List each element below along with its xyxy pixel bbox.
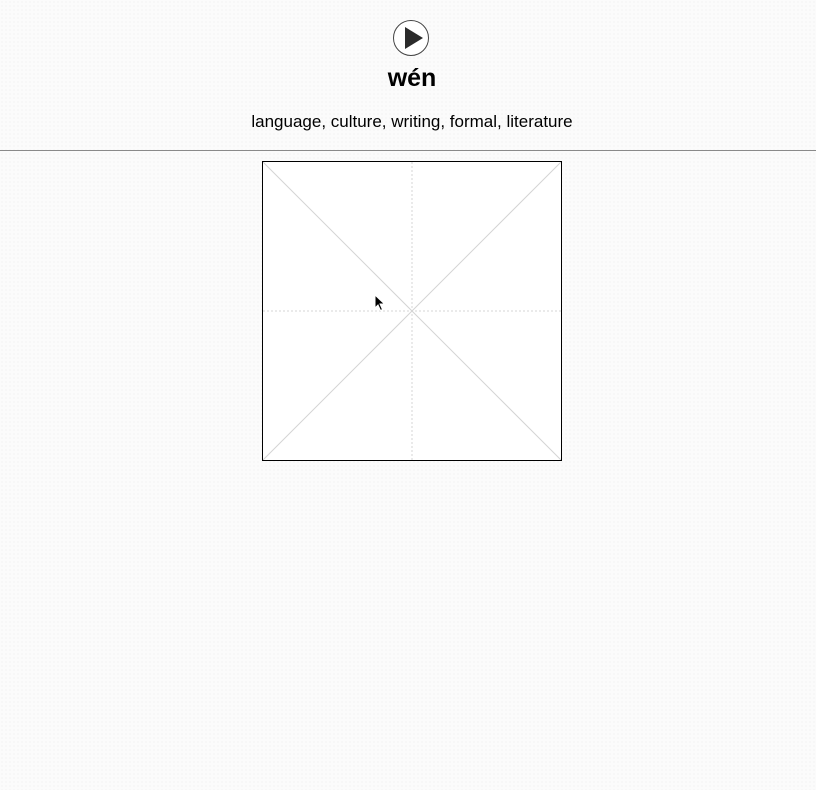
meaning-text: language, culture, writing, formal, lite… xyxy=(251,112,573,131)
grid-guide-lines xyxy=(263,162,561,460)
character-header: wén language, culture, writing, formal, … xyxy=(0,0,816,150)
character-writing-grid[interactable] xyxy=(262,161,562,461)
play-audio-button[interactable] xyxy=(393,20,429,56)
header-divider xyxy=(0,150,816,151)
play-icon xyxy=(405,27,423,49)
pinyin-label: wén xyxy=(387,64,437,92)
